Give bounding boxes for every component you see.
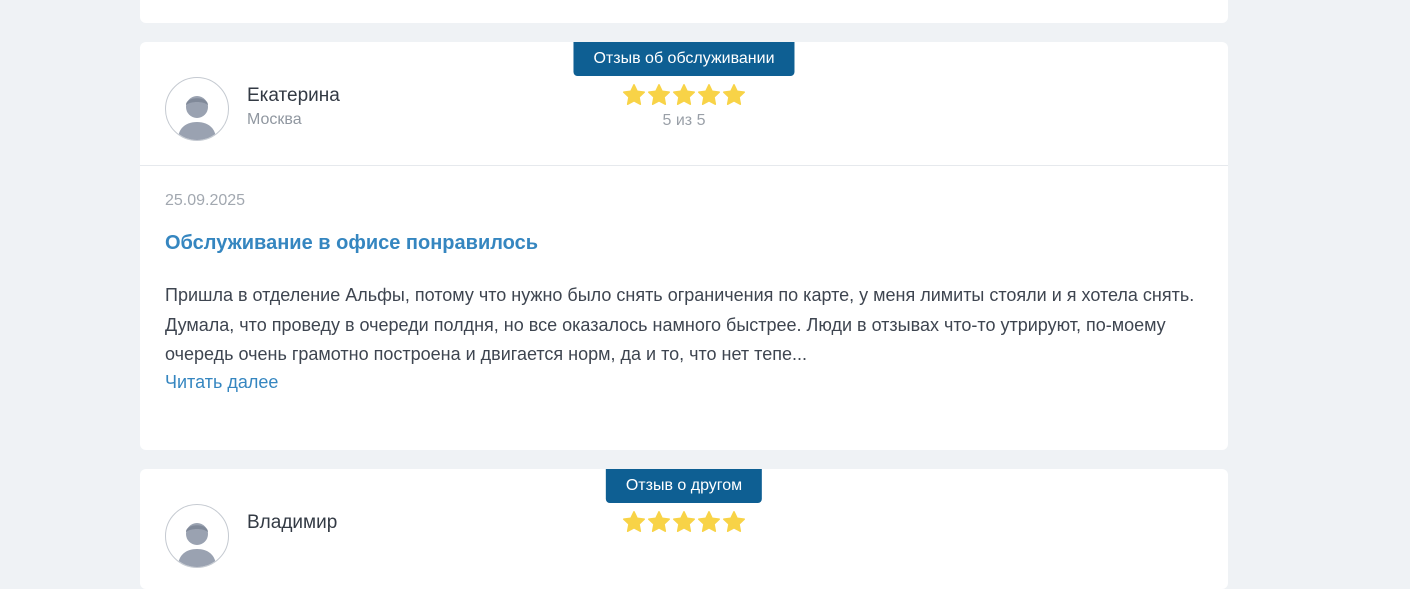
read-more-link[interactable]: Читать далее — [165, 372, 278, 393]
previous-review-card — [140, 0, 1228, 23]
star-icon — [648, 84, 670, 105]
rating-text: 5 из 5 — [662, 112, 706, 129]
star-icon — [673, 511, 695, 532]
author-name: Владимир — [247, 512, 338, 533]
divider — [140, 165, 1228, 166]
review-category-badge[interactable]: Отзыв об обслуживании — [573, 42, 795, 76]
author-name: Екатерина — [247, 85, 340, 106]
review-text: Пришла в отделение Альфы, потому что нуж… — [165, 285, 1195, 364]
star-icon — [698, 511, 720, 532]
review-card: Отзыв о другом Владимир — [140, 469, 1228, 589]
user-avatar-icon — [165, 77, 229, 141]
review-date: 25.09.2025 — [165, 192, 246, 209]
rating-stars — [622, 510, 746, 534]
star-icon — [723, 511, 745, 532]
star-icon — [673, 84, 695, 105]
review-card: Отзыв об обслуживании Екатерина Москва 5… — [140, 42, 1228, 450]
author-city: Москва — [247, 111, 302, 128]
star-icon — [623, 511, 645, 532]
user-avatar-icon — [165, 504, 229, 568]
star-icon — [698, 84, 720, 105]
review-category-badge[interactable]: Отзыв о другом — [605, 469, 763, 503]
star-icon — [623, 84, 645, 105]
star-icon — [648, 511, 670, 532]
star-icon — [723, 84, 745, 105]
rating-stars — [622, 83, 746, 107]
review-title[interactable]: Обслуживание в офисе понравилось — [165, 232, 538, 255]
